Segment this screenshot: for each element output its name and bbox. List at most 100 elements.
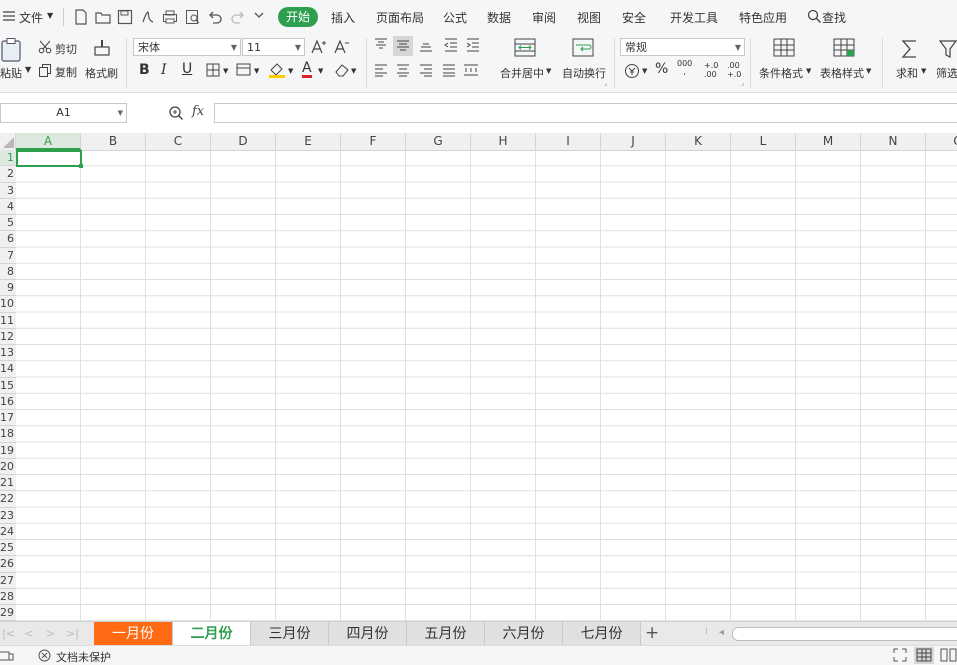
row-header-29[interactable]: 29 [0,605,16,621]
chevron-down-icon[interactable]: ▼ [806,67,811,75]
font-name-select[interactable]: 宋体 ▼ [133,38,241,56]
fill-handle[interactable] [79,164,83,168]
sheet-tab-march[interactable]: 三月份 [251,622,329,646]
align-left-icon[interactable] [374,63,390,79]
column-header-e[interactable]: E [276,133,341,150]
search-label[interactable]: 查找 [822,9,846,26]
row-header-25[interactable]: 25 [0,540,16,557]
tab-insert[interactable]: 插入 [331,9,355,26]
column-header-j[interactable]: J [601,133,666,150]
row-header-20[interactable]: 20 [0,458,16,475]
increase-decimal-button[interactable]: +.0 .00 [704,61,720,79]
chevron-down-icon[interactable]: ▼ [642,67,647,75]
row-header-26[interactable]: 26 [0,556,16,573]
row-header-24[interactable]: 24 [0,523,16,540]
row-header-1[interactable]: 1 [0,150,16,167]
fullscreen-icon[interactable] [893,648,907,662]
tab-review[interactable]: 审阅 [532,9,556,26]
row-header-15[interactable]: 15 [0,377,16,394]
row-header-9[interactable]: 9 [0,280,16,297]
paste-icon[interactable] [0,37,25,63]
row-header-19[interactable]: 19 [0,442,16,459]
row-header-4[interactable]: 4 [0,198,16,215]
fx-button[interactable]: fx [192,104,204,119]
eraser-icon[interactable] [334,63,350,79]
sum-button[interactable]: 求和 [896,65,918,81]
column-header-g[interactable]: G [406,133,471,150]
font-size-select[interactable]: 11 ▼ [242,38,305,56]
cut-button[interactable]: 剪切 [55,41,77,57]
chevron-down-icon[interactable]: ▼ [47,11,53,20]
page-break-view-icon[interactable] [940,648,957,662]
row-header-27[interactable]: 27 [0,572,16,589]
format-painter-icon[interactable] [92,38,112,60]
column-header-i[interactable]: I [536,133,601,150]
italic-button[interactable]: I [161,62,167,78]
sum-icon[interactable] [900,38,918,60]
font-color-button[interactable]: A [302,61,312,78]
copy-icon[interactable] [38,63,54,79]
add-sheet-button[interactable]: + [645,623,659,643]
merge-center-button[interactable]: 合并居中 [500,65,544,81]
row-header-14[interactable]: 14 [0,361,16,378]
column-header-h[interactable]: H [471,133,536,150]
sheet-tab-april[interactable]: 四月份 [329,622,407,646]
column-header-m[interactable]: M [796,133,861,150]
chevron-down-icon[interactable]: ▼ [351,67,356,75]
decrease-decimal-button[interactable]: .00 +.0 [727,61,743,79]
scroll-left-icon[interactable]: ◂ [719,627,724,638]
table-style-button[interactable]: 表格样式 [820,65,864,81]
row-header-17[interactable]: 17 [0,410,16,427]
tab-developer[interactable]: 开发工具 [670,9,718,26]
wrap-text-button[interactable]: 自动换行 [562,65,606,81]
row-header-13[interactable]: 13 [0,345,16,362]
align-right-icon[interactable] [419,63,435,79]
tab-data[interactable]: 数据 [487,9,511,26]
tab-start[interactable]: 开始 [278,7,318,27]
sheet-tab-february[interactable]: 二月份 [173,622,251,646]
chevron-down-icon[interactable]: ▼ [318,67,323,75]
undo-icon[interactable] [207,9,223,25]
wrap-text-icon[interactable] [571,37,595,59]
paste-button[interactable]: 粘贴 [0,65,22,81]
prev-sheet-icon[interactable]: < [24,627,33,640]
table-style-icon[interactable] [833,38,855,58]
name-box[interactable]: A1 ▼ [0,103,127,123]
next-sheet-icon[interactable]: > [46,627,55,640]
align-middle-button[interactable] [393,36,413,56]
chevron-down-icon[interactable]: ▼ [254,67,259,75]
column-header-k[interactable]: K [666,133,731,150]
row-header-28[interactable]: 28 [0,588,16,605]
chevron-down-icon[interactable]: ▼ [921,67,926,75]
column-header-l[interactable]: L [731,133,796,150]
row-header-11[interactable]: 11 [0,312,16,329]
border-icon[interactable] [206,63,222,79]
search-icon[interactable] [807,9,823,25]
row-header-16[interactable]: 16 [0,393,16,410]
selected-cell-a1[interactable] [16,150,82,167]
increase-font-icon[interactable] [311,39,327,55]
percent-button[interactable]: % [655,61,668,77]
row-header-7[interactable]: 7 [0,247,16,264]
row-header-5[interactable]: 5 [0,215,16,232]
column-header-f[interactable]: F [341,133,406,150]
row-header-10[interactable]: 10 [0,296,16,313]
column-header-d[interactable]: D [211,133,276,150]
print-preview-icon[interactable] [185,9,201,25]
decrease-font-icon[interactable] [334,39,350,55]
row-header-23[interactable]: 23 [0,507,16,524]
conditional-format-button[interactable]: 条件格式 [759,65,803,81]
new-file-icon[interactable] [74,9,90,25]
row-header-3[interactable]: 3 [0,182,16,199]
macro-icon[interactable] [0,649,14,663]
format-painter-button[interactable]: 格式刷 [85,65,118,81]
tab-security[interactable]: 安全 [622,9,646,26]
align-bottom-icon[interactable] [419,38,435,54]
tab-formulas[interactable]: 公式 [443,9,467,26]
decrease-indent-icon[interactable] [444,38,460,54]
bold-button[interactable]: B [139,62,150,78]
row-header-22[interactable]: 22 [0,491,16,508]
chevron-down-icon[interactable]: ▼ [223,67,228,75]
sheet-tab-january[interactable]: 一月份 [94,622,173,646]
copy-button[interactable]: 复制 [55,64,77,80]
